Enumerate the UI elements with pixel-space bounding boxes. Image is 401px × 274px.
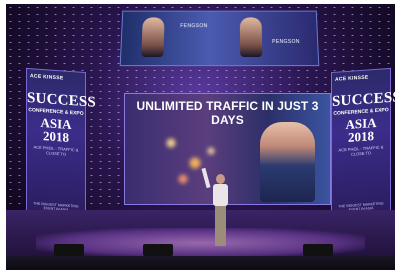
stage-monitor-center [143,244,173,256]
top-screen: FENGSON PENGSON [119,10,320,67]
speaker-face-left [141,17,165,57]
speaker-legs [215,206,226,246]
banner-right-brand: ACE KINSSE [335,74,369,83]
stage-monitor-left [54,244,84,256]
top-screen-name-left: FENGSON [180,23,208,30]
banner-left-brand: ACE KINSSE [30,73,64,82]
audience-silhouette [6,256,395,270]
banner-right: ACE KINSSE SUCCESS CONFERENCE & EXPO ASI… [331,67,395,225]
conference-photo: FENGSON PENGSON ACE KINSSE SUCCESS CONFE… [6,4,395,270]
banner-left-line4: ACE PHEIL - TRAFFIC & CLOSE TO [33,144,79,157]
banner-right-line4: ACE PHEIL - TRAFFIC & CLOSE TO [338,144,384,157]
stage-monitor-right [303,244,333,256]
top-screen-name-right: PENGSON [272,38,301,45]
banner-left: ACE KINSSE SUCCESS CONFERENCE & EXPO ASI… [26,67,96,225]
banner-left-line3: ASIA 2018 [40,114,72,145]
speaker-shirt [213,184,228,206]
speaker-face-right [239,17,263,57]
speaker-on-stage [201,167,230,254]
speaker-on-screen [260,122,315,202]
speaker-head [216,174,225,184]
banner-right-line3: ASIA 2018 [345,114,377,145]
